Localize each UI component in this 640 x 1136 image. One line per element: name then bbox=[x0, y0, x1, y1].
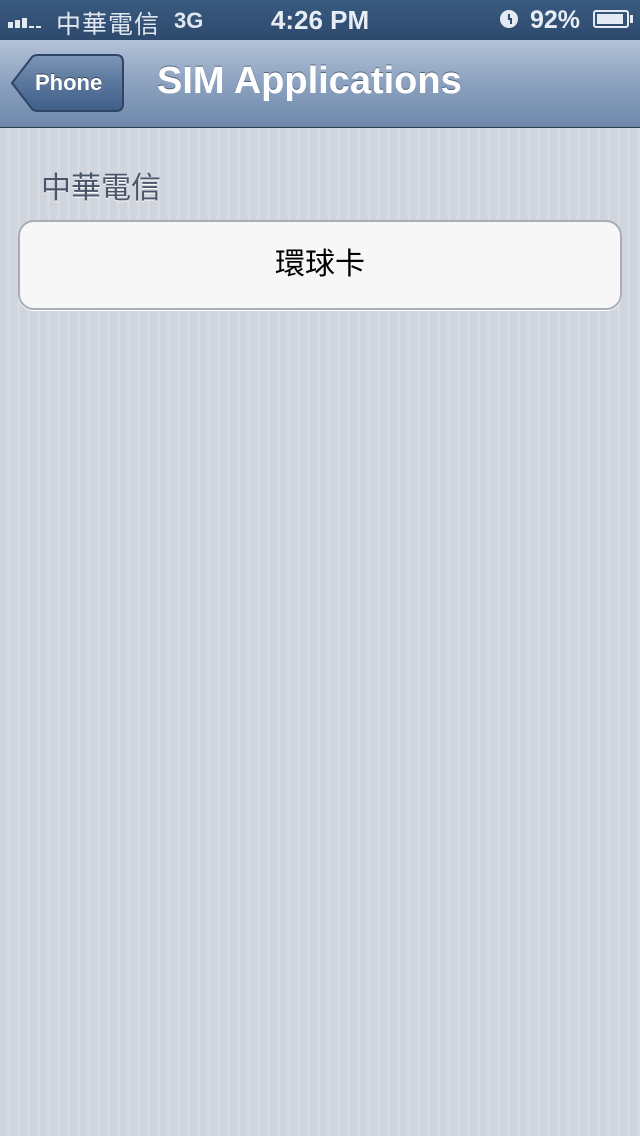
battery-percent: 92% bbox=[530, 6, 581, 34]
navigation-bar: Phone SIM Applications bbox=[0, 40, 640, 128]
battery-tip bbox=[630, 15, 633, 23]
alarm-icon bbox=[500, 10, 518, 28]
sim-app-item-label: 環球卡 bbox=[275, 247, 365, 282]
sim-app-item[interactable]: 環球卡 bbox=[18, 220, 622, 310]
section-header: 中華電信 bbox=[41, 171, 161, 206]
back-button-label: Phone bbox=[35, 70, 103, 95]
battery-fill bbox=[597, 14, 623, 24]
battery-icon bbox=[593, 10, 629, 28]
status-bar: 中華電信 3G 4:26 PM 92% bbox=[0, 0, 640, 40]
page-title: SIM Applications bbox=[157, 60, 462, 102]
